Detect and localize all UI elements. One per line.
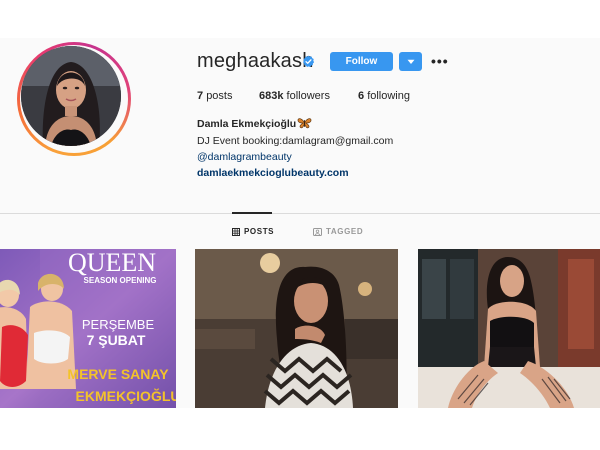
avatar-photo [21, 46, 121, 146]
post-thumbnail[interactable] [418, 249, 600, 408]
posts-label: posts [206, 90, 233, 102]
poster-name-2: EKMEKÇIOĞLU [76, 387, 177, 404]
more-options-icon[interactable]: ••• [431, 53, 449, 69]
tab-posts[interactable]: POSTS [232, 227, 274, 236]
full-name: Damla Ekmekçioğlu [197, 118, 297, 130]
story-ring[interactable] [17, 42, 131, 156]
poster-date: 7 ŞUBAT [87, 332, 146, 348]
post-thumbnail[interactable] [195, 249, 398, 408]
following-label: following [367, 90, 410, 102]
bio-text: DJ Event booking:damlagram@gmail.com [197, 135, 394, 147]
follow-button[interactable]: Follow [330, 52, 393, 71]
post-thumbnail[interactable]: QUEEN SEASON OPENING PERŞEMBE 7 ŞUBAT ME… [0, 249, 176, 408]
username: meghaakash [197, 50, 314, 72]
poster-title: QUEEN [68, 249, 156, 277]
stat-posts: 7 posts [197, 90, 232, 102]
website-link[interactable]: damlaekmekcioglubeauty.com [197, 167, 349, 179]
poster-day: PERŞEMBE [82, 317, 155, 332]
avatar[interactable] [21, 46, 121, 146]
butterfly-icon [297, 118, 312, 129]
tab-tagged[interactable]: TAGGED [313, 227, 363, 236]
posts-count: 7 [197, 90, 204, 102]
active-tab-indicator [232, 212, 272, 214]
bio-mention-link[interactable]: @damlagrambeauty [197, 151, 292, 163]
followers-label: followers [286, 90, 330, 102]
post-image-event-poster: QUEEN SEASON OPENING PERŞEMBE 7 ŞUBAT ME… [0, 249, 176, 408]
followers-count: 683k [259, 90, 284, 102]
tag-icon [313, 227, 322, 236]
top-bar-area [0, 0, 600, 38]
tab-tagged-label: TAGGED [326, 227, 364, 236]
stat-followers[interactable]: 683k followers [259, 90, 330, 102]
poster-name-1: MERVE SANAY [67, 366, 169, 382]
poster-subtitle: SEASON OPENING [84, 276, 157, 285]
verified-badge-icon [303, 55, 315, 67]
post-image-portrait [195, 249, 398, 408]
following-count: 6 [358, 90, 365, 102]
post-image-hotel [418, 249, 600, 408]
stat-following[interactable]: 6 following [358, 90, 410, 102]
bottom-area [0, 408, 600, 450]
tabs-divider [0, 213, 600, 214]
caret-down-icon [407, 59, 414, 64]
tab-posts-label: POSTS [244, 227, 275, 236]
suggested-accounts-button[interactable] [399, 52, 422, 71]
grid-icon [232, 227, 240, 236]
